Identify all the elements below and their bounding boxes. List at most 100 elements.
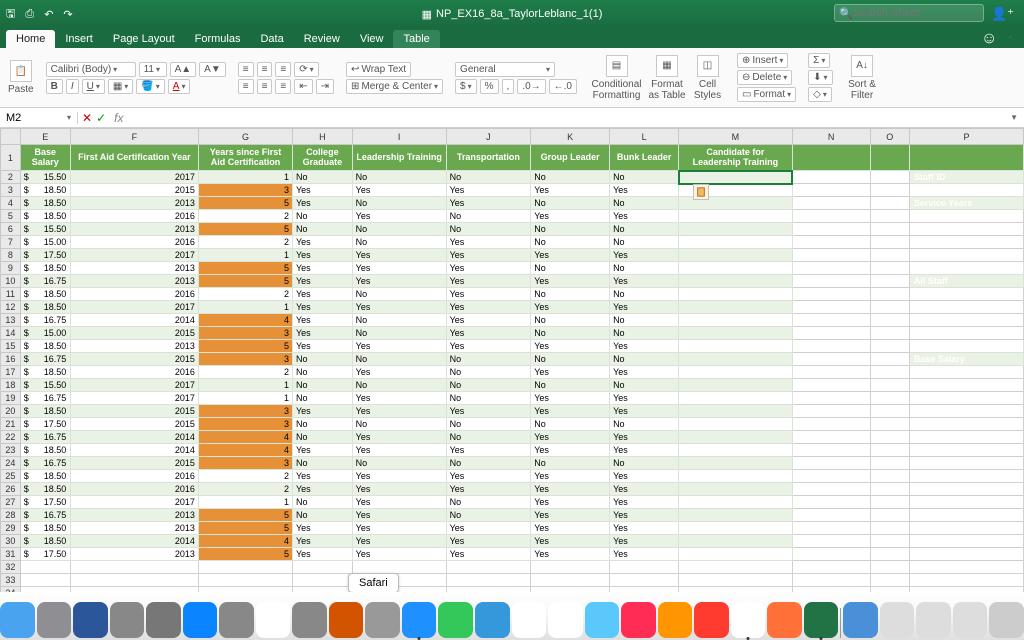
cell[interactable]: 5 xyxy=(198,197,292,210)
cell[interactable]: Yes xyxy=(610,470,679,483)
cell[interactable]: $ 18.50 xyxy=(20,184,70,197)
cell[interactable] xyxy=(792,301,870,314)
cell[interactable]: 2015 xyxy=(70,184,198,197)
cell[interactable] xyxy=(531,574,610,587)
cell[interactable]: 4 xyxy=(198,444,292,457)
cell[interactable] xyxy=(870,457,909,470)
cell[interactable]: $ 18.50 xyxy=(20,470,70,483)
header-cell[interactable]: Group Leader xyxy=(531,145,610,171)
cell-m30[interactable] xyxy=(679,535,792,548)
cell-m5[interactable] xyxy=(679,210,792,223)
cell[interactable]: No xyxy=(352,314,446,327)
cell[interactable]: Yes xyxy=(293,197,353,210)
cell[interactable] xyxy=(870,249,909,262)
cell[interactable]: Yes xyxy=(352,522,446,535)
cell[interactable] xyxy=(870,262,909,275)
header-cell[interactable] xyxy=(792,145,870,171)
search-box[interactable]: 🔍 xyxy=(834,4,984,22)
col-header-G[interactable]: G xyxy=(198,129,292,145)
cell[interactable]: 2017 xyxy=(70,301,198,314)
cell[interactable]: No xyxy=(446,210,531,223)
cell[interactable]: Yes xyxy=(610,301,679,314)
cell[interactable]: No xyxy=(352,379,446,392)
sort-filter-button[interactable]: A↓Sort & Filter xyxy=(845,55,880,101)
cell-m29[interactable] xyxy=(679,522,792,535)
cell[interactable]: Yes xyxy=(446,314,531,327)
cell[interactable] xyxy=(870,574,909,587)
cell-m28[interactable] xyxy=(679,509,792,522)
col-header-J[interactable]: J xyxy=(446,129,531,145)
ribbon-tab-page-layout[interactable]: Page Layout xyxy=(103,30,185,48)
cell[interactable]: No xyxy=(531,236,610,249)
cell[interactable] xyxy=(909,561,1023,574)
header-cell[interactable]: Base Salary xyxy=(20,145,70,171)
row-header-15[interactable]: 15 xyxy=(1,340,21,353)
autosum-button[interactable]: Σ▾ xyxy=(808,53,830,68)
cell[interactable]: No xyxy=(352,327,446,340)
cell[interactable]: $ 18.50 xyxy=(20,444,70,457)
cell[interactable]: Yes xyxy=(293,470,353,483)
cell[interactable]: 2017 xyxy=(70,496,198,509)
dock-chrome-icon[interactable] xyxy=(731,602,766,638)
align-left-button[interactable]: ≡ xyxy=(238,79,254,94)
cell[interactable] xyxy=(20,574,70,587)
row-header-27[interactable]: 27 xyxy=(1,496,21,509)
cell[interactable]: 5 xyxy=(198,275,292,288)
cell[interactable]: No xyxy=(293,223,353,236)
cell[interactable]: 5 xyxy=(198,262,292,275)
cell[interactable]: 2013 xyxy=(70,509,198,522)
cell[interactable]: No xyxy=(352,418,446,431)
cell[interactable]: Yes xyxy=(352,249,446,262)
cell[interactable] xyxy=(870,405,909,418)
cell-m16[interactable] xyxy=(679,353,792,366)
cell[interactable]: Yes xyxy=(610,249,679,262)
cell[interactable] xyxy=(909,236,1023,249)
cell[interactable]: Yes xyxy=(531,392,610,405)
cell[interactable]: $ 18.50 xyxy=(20,535,70,548)
cell-m8[interactable] xyxy=(679,249,792,262)
col-header-F[interactable]: F xyxy=(70,129,198,145)
search-input[interactable] xyxy=(834,4,984,22)
header-cell[interactable]: Candidate for Leadership Training xyxy=(679,145,792,171)
cell[interactable]: $ 17.50 xyxy=(20,249,70,262)
cell-m11[interactable] xyxy=(679,288,792,301)
cell[interactable] xyxy=(792,171,870,184)
cell[interactable]: Yes xyxy=(446,405,531,418)
row-header-3[interactable]: 3 xyxy=(1,184,21,197)
cell[interactable] xyxy=(909,457,1023,470)
cell[interactable]: Yes xyxy=(610,496,679,509)
cell[interactable]: Yes xyxy=(352,444,446,457)
cell[interactable]: 2013 xyxy=(70,340,198,353)
cell[interactable]: 1 xyxy=(198,249,292,262)
row-header-12[interactable]: 12 xyxy=(1,301,21,314)
cell[interactable] xyxy=(870,444,909,457)
cell[interactable]: Yes xyxy=(610,210,679,223)
cell[interactable]: $ 16.75 xyxy=(20,314,70,327)
cell[interactable]: No xyxy=(446,392,531,405)
cell[interactable]: Yes xyxy=(293,340,353,353)
cell[interactable]: Yes xyxy=(293,301,353,314)
select-all-corner[interactable] xyxy=(1,129,21,145)
cell[interactable] xyxy=(870,288,909,301)
cell[interactable]: $ 18.50 xyxy=(20,262,70,275)
cell[interactable] xyxy=(792,509,870,522)
cell[interactable]: Yes xyxy=(531,366,610,379)
cell[interactable]: $ 15.50 xyxy=(20,171,70,184)
cell[interactable]: 3 xyxy=(198,353,292,366)
cell[interactable]: No xyxy=(352,288,446,301)
cell[interactable]: Yes xyxy=(610,535,679,548)
cell[interactable]: $ 16.75 xyxy=(20,509,70,522)
cell[interactable]: Yes xyxy=(610,275,679,288)
col-header-I[interactable]: I xyxy=(352,129,446,145)
cell[interactable]: Yes xyxy=(293,522,353,535)
cell[interactable]: $ 15.50 xyxy=(20,379,70,392)
cell[interactable]: 2013 xyxy=(70,275,198,288)
row-header-10[interactable]: 10 xyxy=(1,275,21,288)
cell-m14[interactable] xyxy=(679,327,792,340)
cell[interactable] xyxy=(679,574,792,587)
name-box[interactable]: M2▾ xyxy=(0,112,78,124)
cell[interactable]: No xyxy=(531,353,610,366)
cell[interactable] xyxy=(909,210,1023,223)
cell[interactable]: 2017 xyxy=(70,171,198,184)
cell[interactable]: No xyxy=(531,327,610,340)
